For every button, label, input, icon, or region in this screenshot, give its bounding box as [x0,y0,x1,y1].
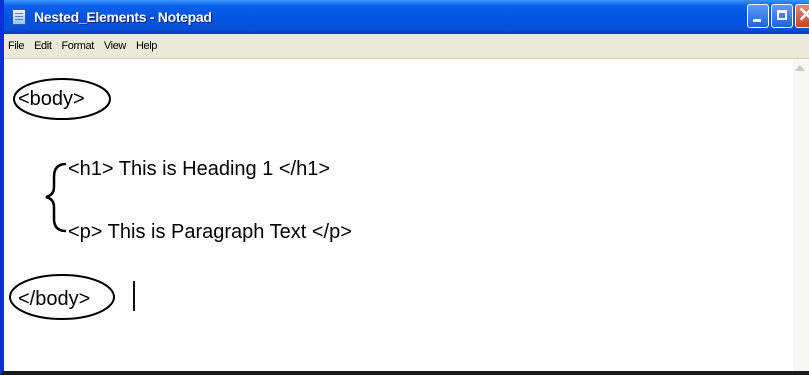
window-controls [747,4,809,28]
text-cursor [133,281,135,311]
code-line-body-close: </body> [18,288,91,310]
notepad-icon[interactable] [12,9,26,25]
menu-bar: File Edit Format View Help [4,34,809,59]
maximize-button[interactable] [771,4,793,28]
window-title: Nested_Elements - Notepad [34,9,212,25]
annotation-overlay [9,78,115,320]
menu-file[interactable]: File [4,40,29,52]
menu-view[interactable]: View [99,40,131,52]
notepad-window: Nested_Elements - Notepad File Edit Form… [0,0,809,375]
code-line-body-open: <body> [18,88,85,110]
title-bar[interactable]: Nested_Elements - Notepad [4,0,809,34]
vertical-scrollbar[interactable] [793,59,809,371]
menu-help[interactable]: Help [131,40,162,52]
menu-format[interactable]: Format [56,40,98,52]
code-line-p: <p> This is Paragraph Text </p> [68,221,352,243]
text-editor-area[interactable]: <body> <h1> This is Heading 1 </h1> <p> … [4,59,809,371]
close-button[interactable] [795,4,809,28]
code-line-h1: <h1> This is Heading 1 </h1> [68,158,331,180]
menu-edit[interactable]: Edit [29,40,56,52]
nesting-brace [45,162,67,233]
minimize-button[interactable] [747,4,769,28]
scroll-up-arrow-icon[interactable] [795,65,805,71]
